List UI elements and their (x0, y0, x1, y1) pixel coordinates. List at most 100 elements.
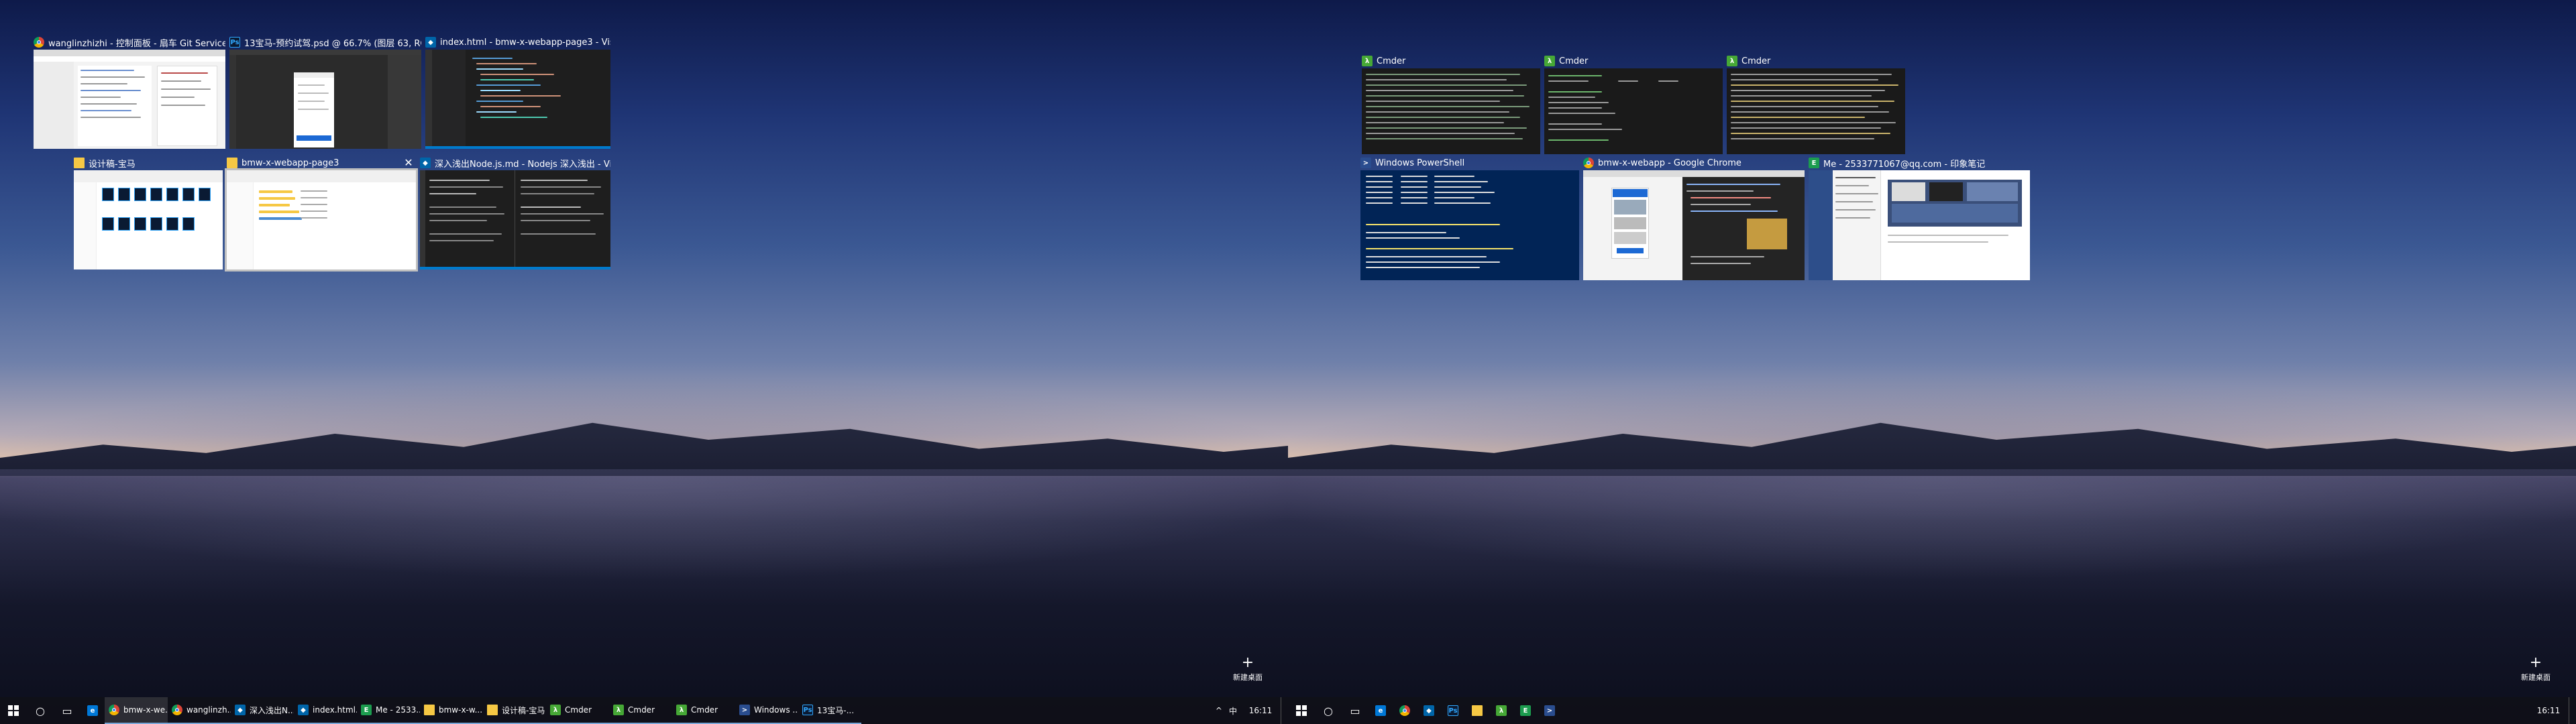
chrome-icon (109, 705, 119, 715)
taskbar-button[interactable]: > Windows ... (735, 697, 798, 724)
chrome-icon (172, 705, 182, 715)
window-title: wanglinzhizhi - 控制面板 - 扇车 Git Services -… (48, 38, 225, 49)
chrome-icon (1583, 158, 1594, 168)
window-title: index.html - bmw-x-webapp-page3 - Visual… (440, 37, 610, 48)
new-desktop-button[interactable]: + 新建桌面 (1221, 656, 1275, 685)
taskbar-button[interactable]: E Me - 2533... (357, 697, 420, 724)
chrome-icon[interactable] (1393, 697, 1417, 724)
edge-icon[interactable]: e (1368, 697, 1393, 724)
task-view-window-powershell[interactable]: > Windows PowerShell (1360, 156, 1579, 280)
task-view-window-folder-page3[interactable]: bmw-x-webapp-page3 ✕ (225, 156, 418, 272)
left-monitor: wanglinzhizhi - 控制面板 - 扇车 Git Services -… (0, 0, 1288, 724)
start-button[interactable] (1288, 697, 1315, 724)
window-thumbnail (420, 170, 610, 269)
taskbar: ○ ▭ e ◆ Ps λ E > 16:11 (1288, 697, 2576, 724)
cmder-icon: λ (1727, 56, 1737, 66)
taskbar-button[interactable]: ◆ index.html... (294, 697, 357, 724)
new-desktop-button[interactable]: + 新建桌面 (2509, 656, 2563, 685)
task-view-window-cmder-3[interactable]: λ Cmder (1727, 54, 1905, 154)
window-thumbnail (1727, 68, 1905, 154)
window-title: Cmder (1559, 56, 1589, 66)
task-view-window-cmder-2[interactable]: λ Cmder (1544, 54, 1723, 154)
window-thumbnail (74, 170, 223, 269)
evernote-icon[interactable]: E (1513, 697, 1538, 724)
cmder-icon: λ (550, 705, 561, 715)
wallpaper-lake (0, 469, 1288, 697)
window-title: bmw-x-webapp - Google Chrome (1598, 158, 1741, 168)
task-view-window-folder-design[interactable]: 设计稿-宝马 (74, 156, 223, 269)
task-view-window-youdao-note[interactable]: E Me - 2533771067@qq.com - 印象笔记 (1809, 156, 2030, 280)
vscode-icon[interactable]: ◆ (1417, 697, 1441, 724)
task-view-window-photoshop[interactable]: Ps 13宝马-预约试驾.psd @ 66.7% (图层 63, RGB/8) … (229, 35, 421, 149)
search-icon[interactable]: ○ (27, 697, 54, 724)
window-thumbnail (34, 50, 225, 149)
clock[interactable]: 16:11 (2528, 706, 2569, 715)
taskbar-button[interactable]: λ Cmder (609, 697, 672, 724)
task-view-window-cmder-1[interactable]: λ Cmder (1362, 54, 1540, 154)
tray-overflow-icon[interactable]: ^ (1212, 706, 1226, 715)
cmder-icon: λ (1362, 56, 1373, 66)
window-thumbnail (1583, 170, 1805, 280)
folder-icon (487, 705, 498, 715)
window-thumbnail (1544, 68, 1723, 154)
taskbar-button[interactable]: bmw-x-w... (420, 697, 483, 724)
plus-icon: + (1241, 654, 1254, 671)
cmder-icon[interactable]: λ (1489, 697, 1513, 724)
task-view-window-chrome-bmw[interactable]: bmw-x-webapp - Google Chrome (1583, 156, 1805, 280)
system-tray: ^ 中 16:11 (1212, 697, 1288, 724)
task-view-window-chrome-git[interactable]: wanglinzhizhi - 控制面板 - 扇车 Git Services -… (34, 35, 225, 149)
window-title: Me - 2533771067@qq.com - 印象笔记 (1823, 159, 1986, 170)
input-method-indicator[interactable]: 中 (1226, 705, 1240, 717)
window-title: 设计稿-宝马 (89, 159, 136, 170)
system-tray: 16:11 (2528, 697, 2576, 724)
folder-icon[interactable] (1465, 697, 1489, 724)
window-title: bmw-x-webapp-page3 (241, 158, 339, 168)
powershell-icon: > (739, 705, 750, 715)
window-title: Windows PowerShell (1375, 158, 1465, 168)
show-desktop-button[interactable] (2569, 697, 2576, 724)
window-thumbnail (229, 50, 421, 149)
taskbar-button[interactable]: λ Cmder (672, 697, 735, 724)
window-thumbnail (1809, 170, 2030, 280)
cmder-icon: λ (676, 705, 687, 715)
search-icon[interactable]: ○ (1315, 697, 1342, 724)
taskbar-button[interactable]: λ Cmder (546, 697, 609, 724)
vscode-icon: ◆ (420, 158, 431, 168)
taskbar-button[interactable]: Ps 13宝马-... (798, 697, 861, 724)
start-button[interactable] (0, 697, 27, 724)
window-title: 13宝马-预约试驾.psd @ 66.7% (图层 63, RGB/8) * (244, 38, 421, 49)
evernote-icon: E (1809, 158, 1819, 168)
taskbar: ○ ▭ e bmw-x-we... wanglinzh... ◆ 深入浅出N..… (0, 697, 1288, 724)
clock[interactable]: 16:11 (1240, 706, 1281, 715)
window-thumbnail (1362, 68, 1540, 154)
powershell-icon[interactable]: > (1538, 697, 1562, 724)
plus-icon: + (2529, 654, 2542, 671)
evernote-icon: E (361, 705, 372, 715)
new-desktop-label: 新建桌面 (1233, 673, 1263, 682)
photoshop-icon: Ps (229, 37, 240, 48)
window-thumbnail (225, 168, 418, 272)
folder-icon (74, 158, 85, 168)
cmder-icon: λ (613, 705, 624, 715)
cmder-icon: λ (1544, 56, 1555, 66)
window-title: 深入浅出Node.js.md - Nodejs 深入浅出 - Visual St… (435, 159, 610, 170)
close-window-button[interactable]: ✕ (401, 156, 416, 170)
taskbar-button[interactable]: wanglinzh... (168, 697, 231, 724)
vscode-icon: ◆ (298, 705, 309, 715)
window-title: Cmder (1741, 56, 1771, 66)
window-title: Cmder (1377, 56, 1406, 66)
taskbar-button[interactable]: 设计稿-宝马 (483, 697, 546, 724)
task-view-icon[interactable]: ▭ (1342, 697, 1368, 724)
windows-logo-icon (8, 705, 19, 716)
taskbar-button[interactable]: bmw-x-we... (105, 697, 168, 724)
taskbar-button[interactable]: ◆ 深入浅出N... (231, 697, 294, 724)
task-view-icon[interactable]: ▭ (54, 697, 80, 724)
task-view-window-vscode-nodejs[interactable]: ◆ 深入浅出Node.js.md - Nodejs 深入浅出 - Visual … (420, 156, 610, 269)
photoshop-icon[interactable]: Ps (1441, 697, 1465, 724)
right-monitor: λ Cmder λ Cmder λ Cmder > Windows PowerS… (1288, 0, 2576, 724)
powershell-icon: > (1360, 158, 1371, 168)
photoshop-icon: Ps (802, 705, 813, 715)
task-view-window-vscode-index[interactable]: ◆ index.html - bmw-x-webapp-page3 - Visu… (425, 35, 610, 149)
edge-icon[interactable]: e (80, 697, 105, 724)
show-desktop-button[interactable] (1281, 697, 1288, 724)
